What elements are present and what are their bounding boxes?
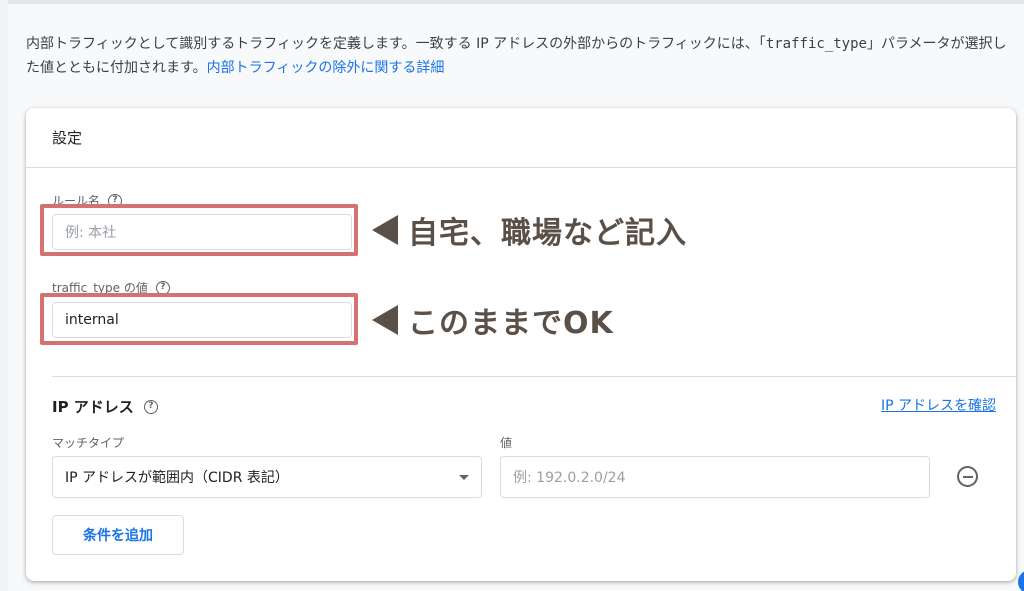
- match-type-select[interactable]: IP アドレスが範囲内（CIDR 表記）: [52, 456, 482, 498]
- description-text-before: 内部トラフィックとして識別するトラフィックを定義します。一致する IP アドレス…: [26, 36, 766, 52]
- arrow-left-icon: [372, 215, 398, 245]
- remove-circle-icon[interactable]: [957, 466, 978, 487]
- match-type-selected: IP アドレスが範囲内（CIDR 表記）: [65, 470, 289, 486]
- value-label: 値: [500, 436, 513, 450]
- match-type-label: マッチタイプ: [52, 436, 125, 450]
- traffic-type-callout: このままでOK: [372, 298, 614, 342]
- ip-section-title-text: IP アドレス: [52, 398, 134, 416]
- traffic-type-label-text: traffic_type の値: [52, 281, 148, 295]
- traffic-type-callout-text: このままでOK: [407, 305, 614, 342]
- settings-card: 設定 ルール名 ? 例: 本社 自宅、職場など記入 traffic_type の…: [26, 108, 1016, 581]
- learn-more-link[interactable]: 内部トラフィックの除外に関する詳細: [207, 60, 445, 76]
- ip-value-placeholder: 例: 192.0.2.0/24: [513, 470, 626, 486]
- section-divider: [52, 376, 1016, 377]
- help-icon[interactable]: ?: [108, 193, 123, 208]
- check-ip-link[interactable]: IP アドレスを確認: [881, 395, 996, 415]
- rule-name-input[interactable]: 例: 本社: [52, 214, 352, 250]
- description-param: traffic_type: [765, 36, 867, 52]
- help-icon[interactable]: ?: [155, 280, 170, 295]
- rule-name-callout: 自宅、職場など記入: [372, 208, 687, 252]
- description-text: 内部トラフィックとして識別するトラフィックを定義します。一致する IP アドレス…: [26, 32, 1016, 80]
- help-icon[interactable]: ?: [143, 399, 158, 414]
- card-title: 設定: [26, 108, 1016, 168]
- traffic-type-value: internal: [65, 312, 119, 328]
- rule-name-label: ルール名 ?: [52, 192, 123, 209]
- add-condition-button[interactable]: 条件を追加: [52, 515, 184, 555]
- rule-name-callout-text: 自宅、職場など記入: [407, 215, 687, 252]
- ip-section-title: IP アドレス ?: [52, 396, 158, 417]
- chevron-down-icon: [459, 474, 469, 480]
- rule-name-label-text: ルール名: [52, 194, 101, 208]
- traffic-type-label: traffic_type の値 ?: [52, 279, 170, 296]
- ip-value-input[interactable]: 例: 192.0.2.0/24: [500, 456, 930, 498]
- traffic-type-input[interactable]: internal: [52, 302, 352, 338]
- arrow-left-icon: [372, 305, 398, 335]
- page: 内部トラフィックとして識別するトラフィックを定義します。一致する IP アドレス…: [8, 0, 1024, 591]
- rule-name-placeholder: 例: 本社: [65, 225, 117, 241]
